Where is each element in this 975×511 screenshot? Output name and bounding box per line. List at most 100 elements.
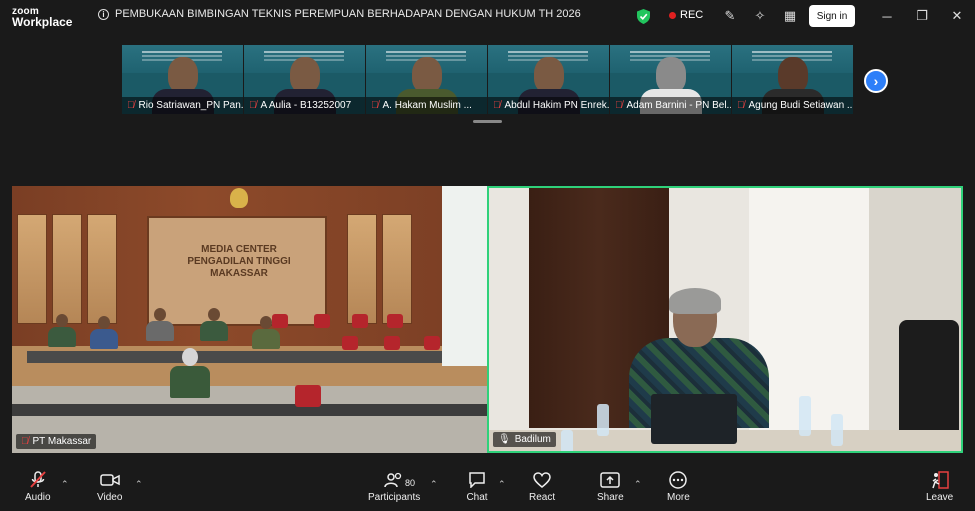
participant-thumbnail[interactable]: 🎙̸ Abdul Hakim PN Enrek... — [488, 45, 609, 114]
share-button[interactable]: Share — [597, 471, 624, 503]
video-participant-name: Badilum — [514, 434, 551, 445]
meeting-info[interactable]: i PEMBUKAAN BIMBINGAN TEKNIS PEREMPUAN B… — [98, 8, 581, 20]
sign-in-button[interactable]: Sign in — [809, 5, 855, 27]
strip-resize-handle[interactable] — [473, 120, 502, 123]
water-bottle — [799, 396, 811, 436]
thumbnail-nameplate: 🎙̸ Agung Budi Setiawan ... — [732, 97, 853, 114]
share-screen-icon — [599, 471, 621, 489]
participant-thumbnail[interactable]: 🎙̸ Agung Budi Setiawan ... — [732, 45, 853, 114]
mic-muted-icon: 🎙̸ — [127, 100, 135, 111]
video-participant-name: PT Makassar — [32, 436, 92, 447]
attendee — [252, 316, 280, 349]
thumbnail-nameplate: 🎙̸ Rio Satriawan_PN Pan... — [122, 97, 243, 114]
restore-icon[interactable]: ❐ — [914, 8, 930, 24]
title-bar: zoom Workplace i PEMBUKAAN BIMBINGAN TEK… — [0, 0, 975, 33]
logo-line2: Workplace — [12, 15, 73, 29]
share-options-chevron-icon[interactable]: ⌃ — [634, 479, 642, 490]
participant-head — [534, 57, 564, 93]
mic-muted-icon: 🎙̸ — [493, 100, 501, 111]
meeting-title: PEMBUKAAN BIMBINGAN TEKNIS PEREMPUAN BER… — [115, 8, 581, 20]
annotate-icon[interactable]: ✎ — [722, 8, 738, 24]
audio-options-chevron-icon[interactable]: ⌃ — [61, 479, 69, 490]
participant-count-badge: 80 — [405, 478, 416, 488]
more-label: More — [667, 492, 690, 503]
participant-thumbnail[interactable]: 🎙̸ A. Hakam Muslim ... — [366, 45, 487, 114]
video-name-label: 🎙̸ PT Makassar — [16, 434, 97, 449]
participants-label: Participants — [368, 492, 421, 503]
thumbnail-nameplate: 🎙̸ A Aulia - B13252007 — [244, 97, 365, 114]
leave-icon — [929, 471, 951, 489]
red-chair — [384, 336, 400, 350]
mic-muted-icon: 🎙̸ — [249, 100, 257, 111]
react-label: React — [529, 492, 556, 503]
participant-name: A. Hakam Muslim ... — [382, 100, 472, 111]
more-icon — [667, 471, 689, 489]
video-name-label: 🎙 Badilum — [493, 432, 556, 447]
video-camera-icon — [99, 471, 121, 489]
wall-panel — [52, 214, 82, 324]
view-grid-icon[interactable]: ▦ — [782, 8, 798, 24]
attendee — [146, 308, 174, 341]
participant-name: Agung Budi Setiawan ... — [748, 100, 854, 111]
ai-companion-icon[interactable]: ✧ — [752, 8, 768, 24]
participant-name: A Aulia - B13252007 — [260, 100, 352, 111]
chat-options-chevron-icon[interactable]: ⌃ — [498, 479, 506, 490]
more-button[interactable]: More — [667, 471, 690, 503]
participant-thumbnail[interactable]: 🎙̸ Adam Barnini - PN Bel... — [610, 45, 731, 114]
laptop — [651, 394, 737, 444]
recording-indicator[interactable]: REC — [669, 9, 703, 21]
board-line: MEDIA CENTER — [201, 244, 277, 255]
next-page-button[interactable]: › — [864, 69, 888, 93]
shield-icon[interactable] — [637, 9, 650, 24]
zoom-logo: zoom Workplace — [12, 6, 72, 28]
board-line: PENGADILAN TINGGI — [187, 256, 291, 267]
video-tile-badilum[interactable]: 🎙 Badilum — [487, 186, 963, 453]
participant-thumbnail[interactable]: 🎙̸ A Aulia - B13252007 — [244, 45, 365, 114]
info-icon[interactable]: i — [98, 8, 109, 20]
thumbnail-nameplate: 🎙̸ A. Hakam Muslim ... — [366, 97, 487, 114]
participant-thumbnail[interactable]: 🎙̸ Rio Satriawan_PN Pan... — [122, 45, 243, 114]
chat-button[interactable]: Chat — [466, 471, 488, 503]
participant-head — [656, 57, 686, 93]
participant-head — [778, 57, 808, 93]
mic-muted-icon: 🎙̸ — [737, 100, 745, 111]
audio-button[interactable]: Audio — [25, 471, 51, 503]
participant-head — [412, 57, 442, 93]
react-button[interactable]: React — [529, 471, 555, 503]
video-options-chevron-icon[interactable]: ⌃ — [135, 479, 143, 490]
rec-label: REC — [680, 9, 704, 21]
room-window — [442, 186, 487, 366]
media-center-board: MEDIA CENTER PENGADILAN TINGGI MAKASSAR — [147, 216, 327, 326]
video-label: Video — [97, 492, 123, 503]
participant-head — [168, 57, 198, 93]
mic-muted-icon — [27, 471, 49, 489]
thumbnail-nameplate: 🎙̸ Abdul Hakim PN Enrek... — [488, 97, 609, 114]
mic-muted-icon: 🎙̸ — [615, 100, 623, 111]
mic-on-icon: 🎙 — [498, 434, 511, 445]
heart-icon — [531, 471, 553, 489]
participant-thumbnail-strip: 🎙̸ Rio Satriawan_PN Pan... 🎙̸ A Aulia - … — [122, 45, 853, 114]
mic-muted-icon: 🎙̸ — [371, 100, 379, 111]
mic-muted-icon: 🎙̸ — [21, 436, 29, 447]
wall-panel — [17, 214, 47, 324]
participant-head — [290, 57, 320, 93]
share-label: Share — [597, 492, 624, 503]
close-icon[interactable]: ✕ — [949, 8, 965, 24]
wall-panel — [382, 214, 412, 324]
video-button[interactable]: Video — [97, 471, 122, 503]
back-desk — [27, 351, 442, 363]
minimize-icon[interactable]: ─ — [879, 8, 895, 24]
chat-icon — [466, 471, 488, 489]
participant-name: Adam Barnini - PN Bel... — [626, 100, 732, 111]
participant-name: Abdul Hakim PN Enrek... — [504, 100, 610, 111]
participants-icon — [383, 471, 405, 489]
wall-panel — [347, 214, 377, 324]
rec-dot-icon — [669, 11, 676, 19]
participant-name: Rio Satriawan_PN Pan... — [138, 100, 244, 111]
court-emblem — [230, 188, 248, 208]
leave-label: Leave — [926, 492, 954, 503]
leave-button[interactable]: Leave — [926, 471, 953, 503]
participants-options-chevron-icon[interactable]: ⌃ — [430, 479, 438, 490]
video-tile-pt-makassar[interactable]: MEDIA CENTER PENGADILAN TINGGI MAKASSAR … — [12, 186, 487, 453]
water-bottle — [831, 414, 843, 446]
